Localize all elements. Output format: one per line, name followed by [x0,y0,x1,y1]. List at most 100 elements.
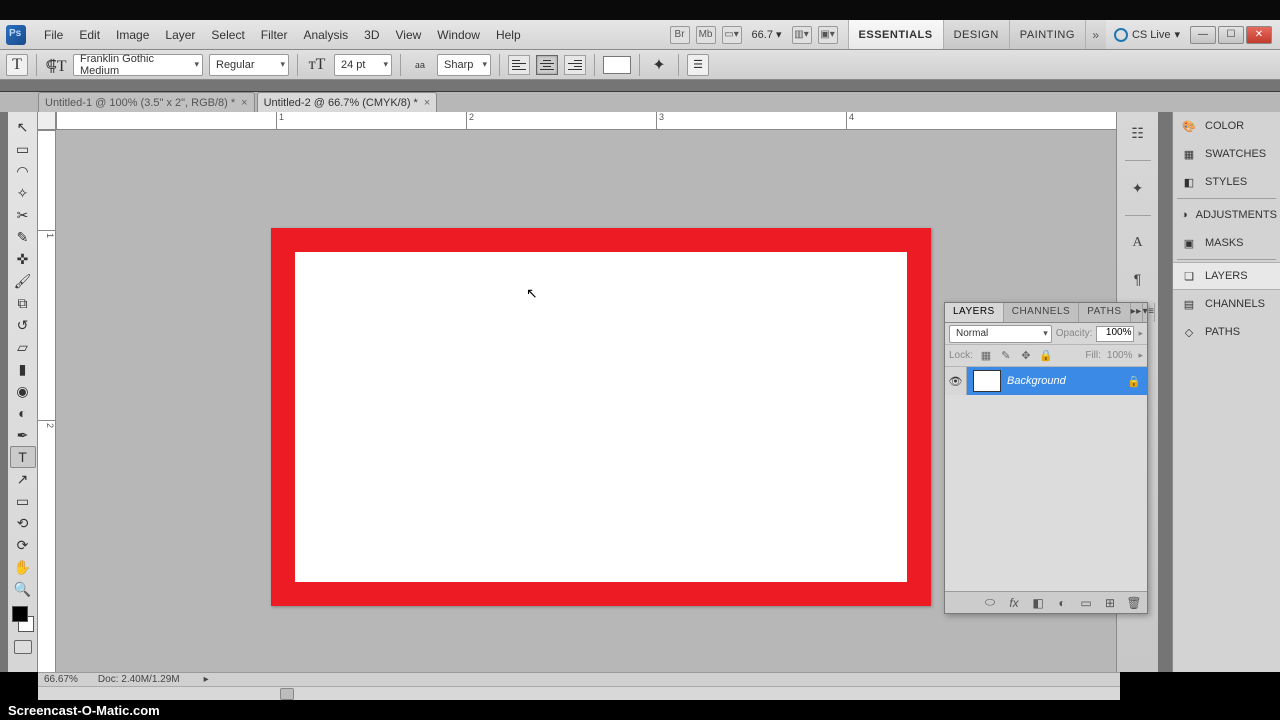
marquee-tool[interactable]: ▭ [10,138,36,160]
3d-camera-tool[interactable]: ⟳ [10,534,36,556]
align-left-button[interactable] [508,55,530,75]
history-dock-icon[interactable]: ☷ [1127,122,1149,144]
antialias-select[interactable]: Sharp [437,54,491,76]
visibility-icon[interactable]: 👁 [945,367,967,395]
panel-color[interactable]: 🎨COLOR [1173,112,1280,140]
layer-thumbnail[interactable] [973,370,1001,392]
opacity-input[interactable]: 100% [1096,326,1134,342]
blur-tool[interactable]: ◉ [10,380,36,402]
pen-tool[interactable]: ✒ [10,424,36,446]
horizontal-scrollbar[interactable] [38,686,1120,700]
workspace-more[interactable]: » [1085,20,1106,49]
menu-view[interactable]: View [387,24,429,46]
lock-pixel-icon[interactable]: ✎ [999,349,1013,363]
panel-paths[interactable]: ◇PATHS [1173,318,1280,346]
shape-tool[interactable]: ▭ [10,490,36,512]
lock-trans-icon[interactable]: ▦ [979,349,993,363]
zoom-tool[interactable]: 🔍 [10,578,36,600]
close-tab-icon[interactable]: × [241,97,247,109]
link-layers-icon[interactable]: ⬭ [981,595,999,611]
minibridge-icon[interactable]: Mb [696,26,716,44]
arrange-icon[interactable]: ▥▾ [792,26,812,44]
hand-tool[interactable]: ✋ [10,556,36,578]
eyedropper-tool[interactable]: ✎ [10,226,36,248]
menu-filter[interactable]: Filter [253,24,296,46]
type-tool[interactable]: T [10,446,36,468]
menu-window[interactable]: Window [429,24,488,46]
panel-layers[interactable]: ❏LAYERS [1173,262,1280,290]
paths-tab[interactable]: PATHS [1079,303,1130,322]
menu-image[interactable]: Image [108,24,157,46]
ruler-origin[interactable] [38,112,56,130]
collapse-panel-icon[interactable]: ▸▸ [1131,303,1143,322]
color-picker[interactable] [10,604,36,634]
horizontal-ruler[interactable]: 1 2 3 4 [56,112,1116,130]
extras-icon[interactable]: ▭▾ [722,26,742,44]
maximize-button[interactable]: ☐ [1218,26,1244,44]
character-panel-icon[interactable]: ☰ [687,54,709,76]
zoom-display[interactable]: 66.7 ▾ [748,28,786,41]
move-tool[interactable]: ↖ [10,116,36,138]
menu-select[interactable]: Select [203,24,252,46]
close-button[interactable]: ✕ [1246,26,1272,44]
orientation-icon[interactable]: ⸿T [45,54,67,76]
paragraph-dock-icon[interactable]: ¶ [1127,268,1149,290]
mask-icon[interactable]: ◧ [1029,595,1047,611]
new-layer-icon[interactable]: ⊞ [1101,595,1119,611]
screenmode-icon[interactable]: ▣▾ [818,26,838,44]
quickmask-toggle[interactable] [14,640,32,654]
lock-move-icon[interactable]: ✥ [1019,349,1033,363]
document[interactable] [271,228,931,606]
menu-help[interactable]: Help [488,24,529,46]
doc-tab-1[interactable]: Untitled-1 @ 100% (3.5" x 2", RGB/8) *× [38,92,255,112]
status-zoom[interactable]: 66.67% [44,674,78,685]
doc-tab-2[interactable]: Untitled-2 @ 66.7% (CMYK/8) *× [257,92,438,112]
menu-analysis[interactable]: Analysis [295,24,356,46]
gradient-tool[interactable]: ▮ [10,358,36,380]
stamp-tool[interactable]: ⧉ [10,292,36,314]
panel-adjustments[interactable]: ◑ADJUSTMENTS [1173,201,1280,229]
menu-3d[interactable]: 3D [356,24,387,46]
layers-tab[interactable]: LAYERS [945,303,1004,322]
menu-layer[interactable]: Layer [157,24,203,46]
font-weight-select[interactable]: Regular [209,54,289,76]
brush-tool[interactable]: 🖌 [10,270,36,292]
minimize-button[interactable]: — [1190,26,1216,44]
character-dock-icon[interactable]: A [1127,232,1149,254]
group-icon[interactable]: ▭ [1077,595,1095,611]
workspace-essentials[interactable]: ESSENTIALS [848,20,943,49]
fx-icon[interactable]: fx [1005,595,1023,611]
fill-input[interactable]: 100% [1107,350,1133,361]
status-docsize[interactable]: Doc: 2.40M/1.29M [98,674,180,685]
cslive[interactable]: CS Live ▾ [1106,28,1188,42]
history-brush-tool[interactable]: ↺ [10,314,36,336]
align-center-button[interactable] [536,55,558,75]
delete-layer-icon[interactable]: 🗑 [1125,595,1143,611]
wand-tool[interactable]: ✧ [10,182,36,204]
crop-tool[interactable]: ✂ [10,204,36,226]
eraser-tool[interactable]: ▱ [10,336,36,358]
panel-channels[interactable]: ▤CHANNELS [1173,290,1280,318]
panel-menu-icon[interactable]: ▾≡ [1143,303,1156,322]
blend-mode-select[interactable]: Normal [949,325,1052,343]
lock-all-icon[interactable]: 🔒 [1039,349,1053,363]
text-color-swatch[interactable] [603,56,631,74]
layer-name[interactable]: Background [1007,375,1127,387]
lasso-tool[interactable]: ◠ [10,160,36,182]
panel-masks[interactable]: ▣MASKS [1173,229,1280,257]
workspace-painting[interactable]: PAINTING [1009,20,1085,49]
heal-tool[interactable]: ✜ [10,248,36,270]
brush-dock-icon[interactable]: ✦ [1127,177,1149,199]
channels-tab[interactable]: CHANNELS [1004,303,1079,322]
layers-panel[interactable]: LAYERS CHANNELS PATHS ▸▸ ▾≡ Normal Opaci… [944,302,1148,614]
tool-preset-icon[interactable]: T [6,54,28,76]
adjustment-icon[interactable]: ◐ [1053,595,1071,611]
vertical-ruler[interactable]: 1 2 [38,130,56,672]
path-select-tool[interactable]: ↗ [10,468,36,490]
warp-text-icon[interactable]: ✦ [648,54,670,76]
panel-swatches[interactable]: ▦SWATCHES [1173,140,1280,168]
align-right-button[interactable] [564,55,586,75]
bridge-icon[interactable]: Br [670,26,690,44]
layer-row[interactable]: 👁 Background 🔒 [945,367,1147,395]
workspace-design[interactable]: DESIGN [943,20,1009,49]
